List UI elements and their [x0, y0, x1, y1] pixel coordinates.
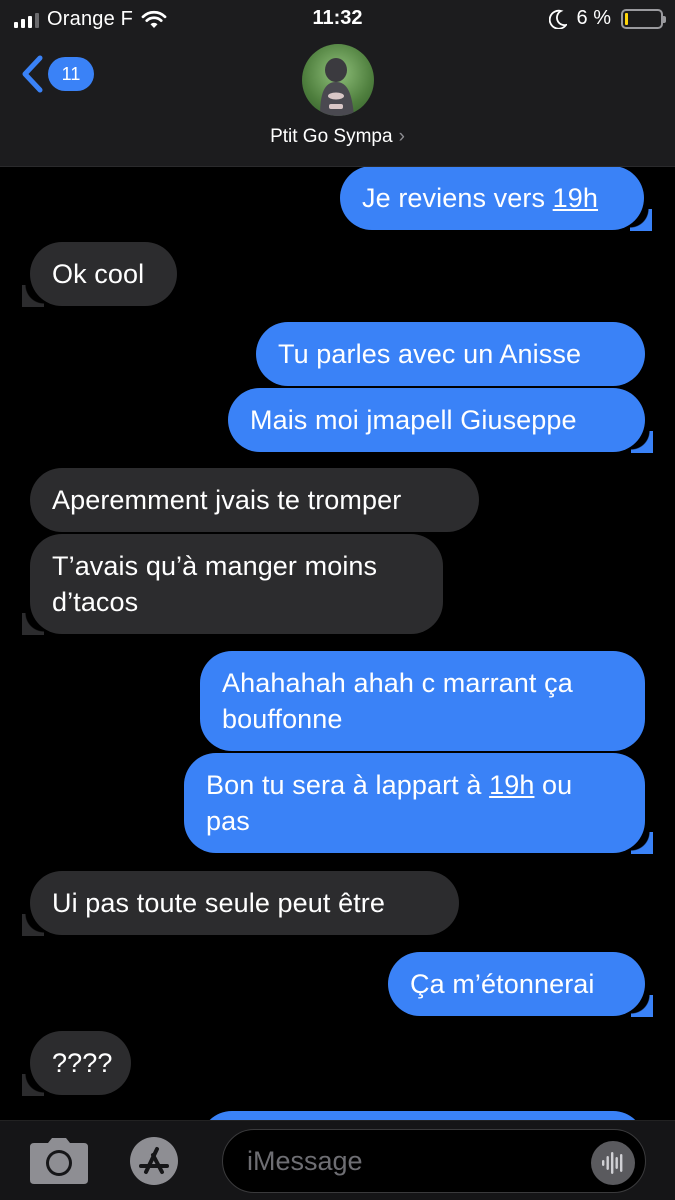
message-outgoing-partial[interactable]: [200, 1111, 645, 1120]
waveform-icon: [602, 1152, 623, 1174]
time-link[interactable]: 19h: [553, 183, 598, 213]
camera-icon: [30, 1138, 88, 1184]
message-outgoing[interactable]: Ahahahah ahah c marrant ça bouffonne: [200, 651, 645, 751]
time-link[interactable]: 19h: [489, 770, 534, 800]
avatar-image: [320, 58, 354, 116]
contact-name-label: Ptit Go Sympa: [270, 126, 393, 147]
moon-icon: [548, 9, 567, 29]
message-incoming[interactable]: Aperemment jvais te tromper: [30, 468, 479, 532]
chevron-right-icon: ›: [398, 126, 405, 147]
audio-message-button[interactable]: [591, 1141, 635, 1185]
message-outgoing[interactable]: Bon tu sera à lappart à 19h ou pas: [184, 753, 653, 854]
message-outgoing[interactable]: Ça m’étonnerai: [388, 952, 653, 1017]
status-right: 6 %: [548, 7, 666, 30]
battery-icon: [621, 8, 666, 29]
message-incoming[interactable]: T’avais qu’à manger moins d’tacos: [22, 534, 443, 635]
message-outgoing[interactable]: Tu parles avec un Anisse: [256, 322, 645, 386]
status-bar: Orange F 11:32 6 %: [0, 0, 675, 40]
message-input[interactable]: [247, 1130, 567, 1192]
chevron-left-icon: [22, 55, 43, 93]
app-store-button[interactable]: [124, 1135, 184, 1187]
back-button[interactable]: 11: [20, 54, 94, 94]
message-incoming[interactable]: Ui pas toute seule peut être: [22, 871, 459, 936]
message-thread[interactable]: Je reviens vers 19h Ok cool Tu parles av…: [0, 167, 675, 1120]
conversation-header: Orange F 11:32 6 % 11 Ptit Go Sympa ›: [0, 0, 675, 167]
compose-bar: [0, 1120, 675, 1200]
imessage-input-field[interactable]: [222, 1129, 646, 1193]
message-outgoing[interactable]: Je reviens vers 19h: [340, 167, 652, 231]
battery-percent: 6 %: [576, 7, 611, 29]
contact-name[interactable]: Ptit Go Sympa ›: [0, 126, 675, 148]
message-outgoing[interactable]: Mais moi jmapell Giuseppe: [228, 388, 653, 453]
camera-button[interactable]: [28, 1137, 90, 1185]
unread-count-badge: 11: [48, 57, 94, 91]
message-incoming[interactable]: ????: [22, 1031, 131, 1096]
message-incoming[interactable]: Ok cool: [22, 242, 177, 307]
app-store-icon: [130, 1137, 178, 1185]
contact-avatar[interactable]: [302, 44, 374, 116]
